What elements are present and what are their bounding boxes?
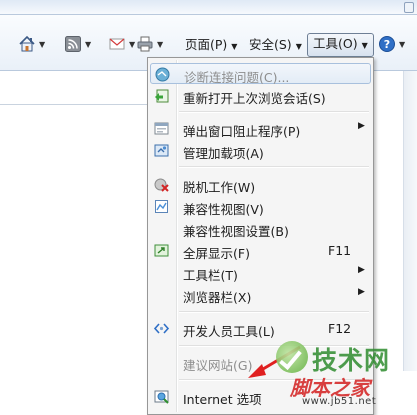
watermark-logo-icon [276,341,308,373]
watermark-url: www.jb51.net [302,396,377,407]
